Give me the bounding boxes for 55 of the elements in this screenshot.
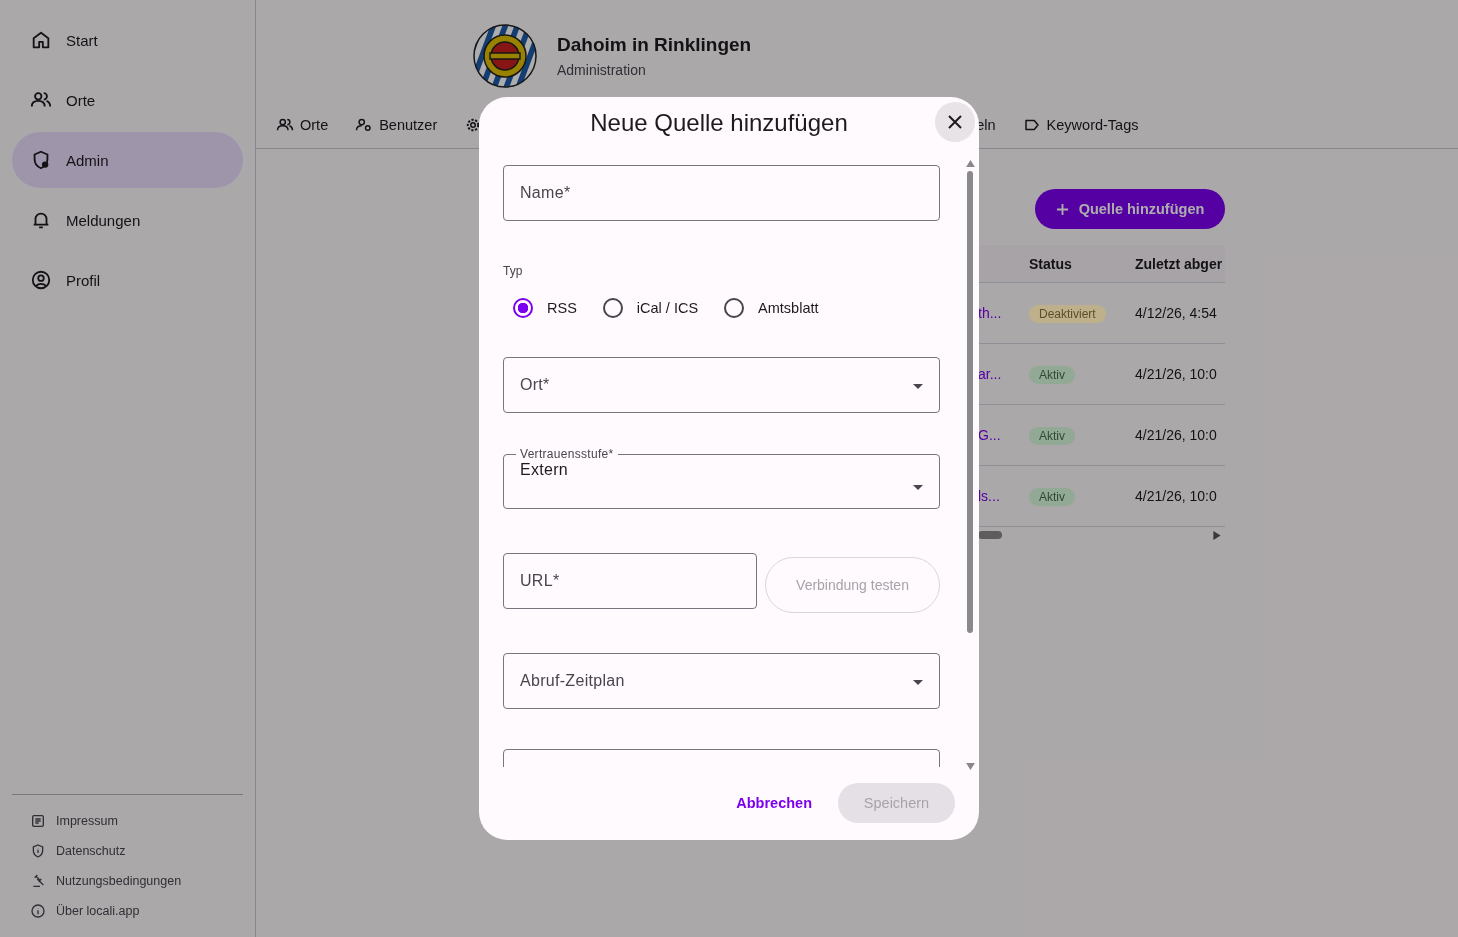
scroll-up-icon[interactable] — [965, 160, 975, 167]
nav-item[interactable]: Profil — [12, 252, 243, 308]
status-badge: Deaktiviert — [1029, 305, 1106, 323]
footer-link[interactable]: Impressum — [12, 813, 243, 829]
table-cell: 4/12/26, 4:54 — [1135, 305, 1217, 321]
app-subtitle: Administration — [557, 62, 647, 78]
source-link[interactable]: ls... — [978, 488, 1029, 504]
cancel-button[interactable]: Abbrechen — [730, 794, 818, 812]
column-header[interactable]: Status — [1029, 255, 1135, 272]
source-link[interactable]: th... — [978, 305, 1029, 321]
plus-icon — [1055, 202, 1069, 216]
logo-drawing — [473, 24, 537, 88]
field-label: Typ — [503, 263, 524, 278]
scrollbar-thumb[interactable] — [978, 531, 1002, 539]
nav-item[interactable]: Start — [12, 12, 243, 68]
footer-link[interactable]: Über locali.app — [12, 903, 243, 919]
scrollbar-thumb[interactable] — [967, 171, 973, 633]
table-cell: 4/21/26, 10:0 — [1135, 427, 1217, 443]
select-field[interactable]: Vertrauensstufe* Extern — [503, 447, 940, 509]
dialog-title: Neue Quelle hinzufügen — [589, 108, 849, 138]
close-button[interactable] — [935, 102, 975, 142]
close-icon — [948, 115, 962, 129]
table-cell: 4/21/26, 10:0 — [1135, 366, 1217, 382]
radio-option[interactable]: RSS — [513, 298, 577, 318]
tab[interactable]: Keyword-Tags — [1022, 116, 1139, 134]
scroll-right-icon[interactable] — [1213, 530, 1221, 540]
select-field[interactable]: Ort* — [503, 357, 940, 413]
app-title: Dahoim in Rinklingen — [557, 34, 752, 56]
table-cell: 4/21/26, 10:0 — [1135, 488, 1217, 504]
tab[interactable]: Orte — [276, 116, 329, 134]
scroll-down-icon[interactable] — [965, 763, 975, 770]
gavel-icon — [30, 873, 46, 889]
footer-link[interactable]: Datenschutz — [12, 843, 243, 859]
column-header[interactable]: Zuletzt abger — [1135, 255, 1223, 272]
radio-option[interactable]: iCal / ICS — [602, 298, 699, 318]
document-icon — [30, 813, 46, 829]
nav-item[interactable]: Orte — [12, 72, 243, 128]
url-field[interactable]: URL* — [503, 553, 757, 609]
footer-link[interactable]: Nutzungsbedingungen — [12, 873, 243, 889]
nav-item[interactable]: Admin — [12, 132, 243, 188]
radio-option[interactable]: Amtsblatt — [724, 298, 819, 318]
person-icon — [30, 269, 52, 291]
info-icon — [30, 903, 46, 919]
status-badge: Aktiv — [1029, 488, 1075, 506]
add-source-button[interactable]: Quelle hinzufügen — [1035, 189, 1225, 229]
source-link[interactable]: ar... — [978, 366, 1029, 382]
home-icon — [30, 29, 52, 51]
shield-icon — [30, 843, 46, 859]
nav-item[interactable]: Meldungen — [12, 192, 243, 248]
select-field[interactable]: Abruf-Zeitplan — [503, 653, 940, 709]
text-field[interactable]: Name* — [503, 165, 940, 221]
source-link[interactable]: G... — [978, 427, 1029, 443]
status-badge: Aktiv — [1029, 366, 1075, 384]
status-badge: Aktiv — [1029, 427, 1075, 445]
tab[interactable]: Benutzer — [355, 116, 438, 134]
